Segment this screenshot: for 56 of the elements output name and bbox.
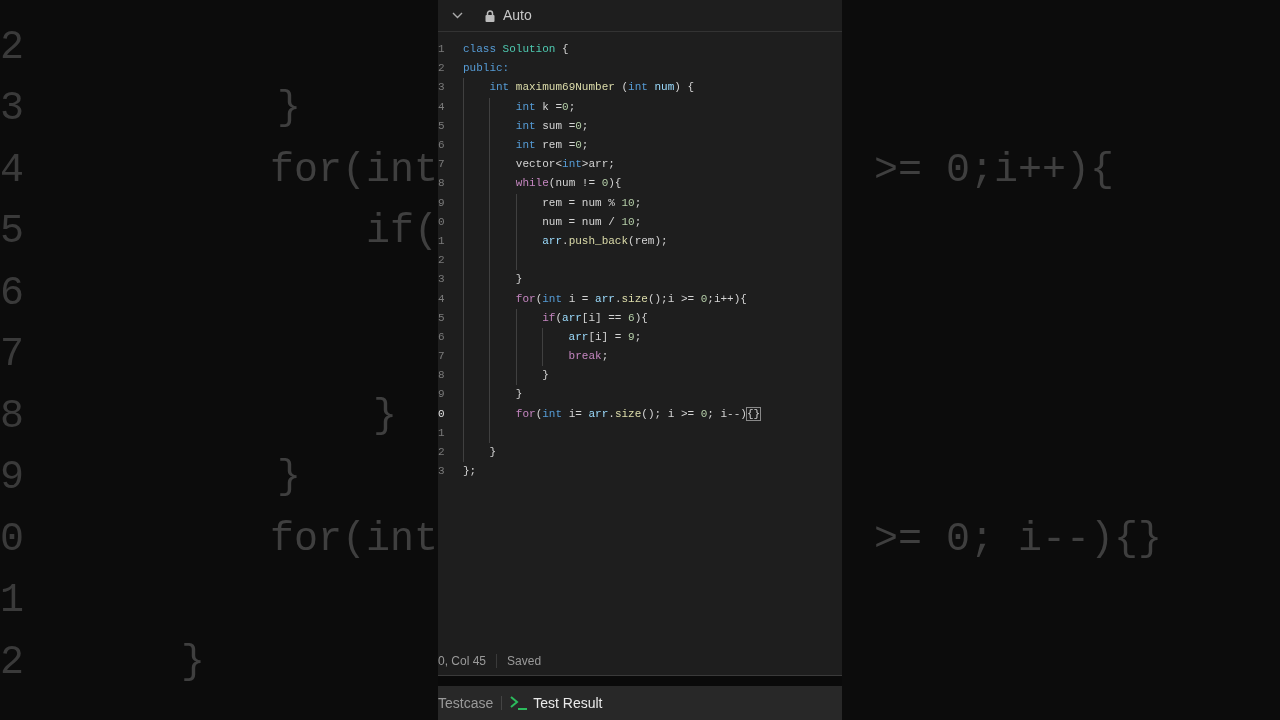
line-number: 5 [438,312,446,324]
line-number: 8 [438,178,446,190]
code-line: int sum =0; [514,120,589,132]
code-text: } [372,396,398,437]
code-line: for(int i = arr.size();i >= 0;i++){ [514,293,747,305]
code-line: } [514,389,523,401]
code-line: if(arr[i] == 6){ [541,312,648,324]
code-line: } [488,447,496,459]
code-line: class Solution { [463,44,569,56]
lock-icon [485,9,495,22]
code-text: } [276,89,302,130]
code-line: break; [567,351,609,363]
line-number: 1 [438,427,446,439]
line-number: 0 [438,216,446,228]
code-text: } [276,458,302,499]
line-number: 3 [438,274,446,286]
line-number: 7 [438,351,446,363]
line-number: 2 [438,447,446,459]
line-number: 1 [438,235,446,247]
line-number: 5 [438,120,446,132]
code-line: rem = num % 10; [541,197,642,209]
line-number: 6 [438,140,446,152]
line-number: 9 [438,389,446,401]
code-line: int k =0; [514,101,576,113]
line-number: 0 [438,408,446,420]
code-line: for(int i= arr.size(); i >= 0; i--){} [514,408,761,420]
line-number: 8 [438,370,446,382]
line-number: 2 [438,63,446,75]
line-number: 3 [438,466,446,478]
code-line: } [541,370,549,382]
line-number: 7 [438,159,446,171]
code-line: }; [463,466,477,478]
code-line: arr[i] = 9; [567,331,642,343]
code-line: public: [463,63,510,75]
line-number: 6 [438,331,446,343]
code-line: vector<int>arr; [514,159,615,171]
code-line: int rem =0; [514,140,589,152]
panel-tab[interactable]: Testcase [438,692,494,714]
code-text: } [180,642,206,683]
line-number: 2 [438,255,446,267]
code-line: } [514,274,523,286]
terminal-icon [510,696,529,710]
line-number: 4 [438,293,446,305]
code-line: while(num != 0){ [514,178,622,190]
chevron-down-icon[interactable] [452,12,463,19]
panel-tab[interactable]: Test Result [533,692,603,714]
save-status: Saved [507,652,542,670]
cursor-position: 0, Col 45 [438,652,487,670]
line-number: 1 [438,44,446,56]
language-mode-label[interactable]: Auto [503,5,532,26]
code-line: num = num / 10; [541,216,642,228]
line-number: 3 [438,82,446,94]
code-line: arr.push_back(rem); [541,235,668,247]
code-line: int maximum69Number (int num) { [488,82,695,94]
line-number: 9 [438,197,446,209]
line-number: 4 [438,101,446,113]
